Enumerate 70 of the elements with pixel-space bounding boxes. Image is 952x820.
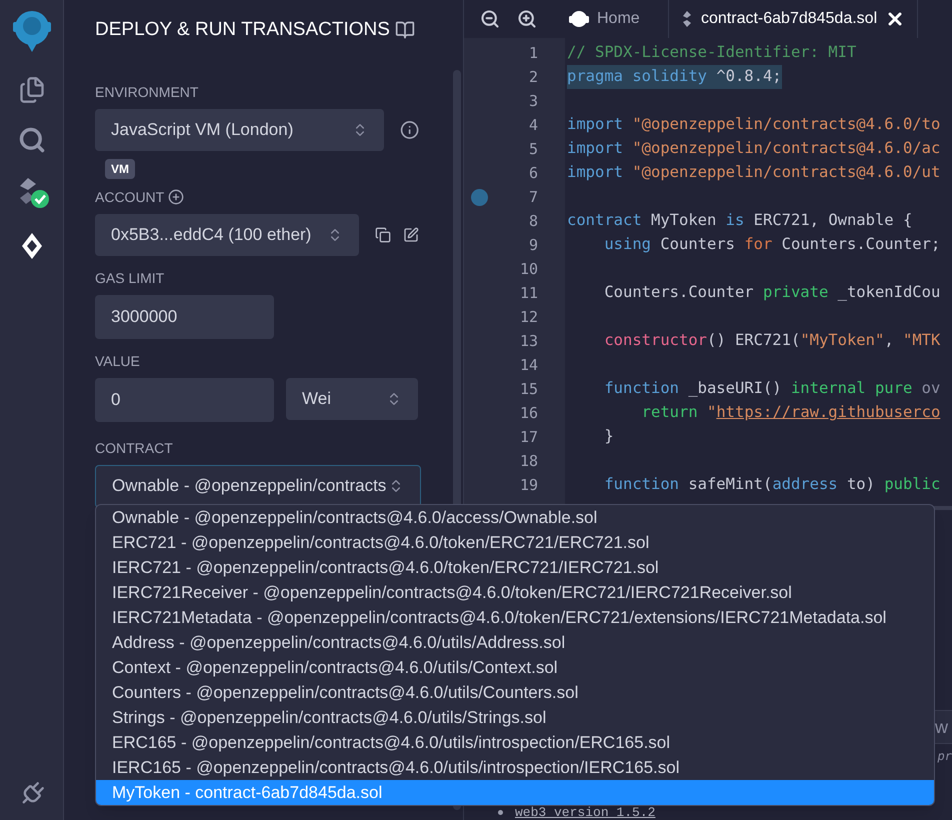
- terminal-text: pr: [938, 748, 952, 765]
- dropdown-option[interactable]: ERC165 - @openzeppelin/contracts@4.6.0/utils/introspection/ERC165.sol: [96, 730, 934, 755]
- book-icon[interactable]: [395, 20, 415, 40]
- code-line: import "@openzeppelin/contracts@4.6.0/ac: [567, 138, 940, 160]
- field-label: ENVIRONMENT: [95, 82, 200, 102]
- dropdown-option[interactable]: Ownable - @openzeppelin/contracts@4.6.0/access/Ownable.sol: [96, 505, 934, 530]
- info-icon[interactable]: [400, 120, 419, 140]
- vm-badge: VM: [105, 158, 135, 178]
- dropdown-option[interactable]: IERC721Receiver - @openzeppelin/contracts@4.6.0/token/ERC721/IERC721Receiver.sol: [96, 580, 934, 605]
- code-line: using Counters for Counters.Counter;: [603, 234, 940, 256]
- code-line: import "@openzeppelin/contracts@4.6.0/ut: [567, 162, 940, 184]
- line-number: 11: [520, 282, 538, 304]
- line-number: 18: [520, 450, 538, 472]
- line-number: 5: [528, 138, 538, 160]
- line-number: 1: [528, 42, 538, 64]
- dropdown-option[interactable]: IERC165 - @openzeppelin/contracts@4.6.0/utils/introspection/IERC165.sol: [96, 755, 934, 780]
- line-number: 12: [520, 306, 538, 328]
- environment-select[interactable]: JavaScript VM (London): [95, 108, 384, 150]
- code-line: }: [603, 426, 614, 448]
- field-label: VALUE: [95, 352, 141, 370]
- line-number: 9: [528, 234, 538, 256]
- gas-limit-field[interactable]: 3000000: [95, 294, 274, 338]
- file-type-icon: [681, 10, 693, 28]
- code-line: import "@openzeppelin/contracts@4.6.0/to: [567, 114, 940, 136]
- copy-icon[interactable]: [375, 226, 391, 242]
- line-number: 13: [520, 330, 538, 352]
- code-line: constructor() ERC721("MyToken", "MTK: [603, 330, 940, 352]
- headset-icon: [569, 10, 589, 28]
- code-line: contract MyToken is ERC721, Ownable {: [567, 210, 912, 232]
- terminal-tab-label: w: [935, 716, 948, 738]
- line-number: 10: [520, 258, 538, 280]
- line-number: 16: [520, 402, 538, 424]
- add-account-icon[interactable]: [168, 189, 184, 205]
- line-number: 8: [528, 210, 538, 232]
- line-number: 14: [520, 354, 538, 376]
- line-number: 15: [520, 378, 538, 400]
- dropdown-option[interactable]: IERC721 - @openzeppelin/contracts@4.6.0/token/ERC721/IERC721.sol: [96, 555, 934, 580]
- field-label: GAS LIMIT: [95, 268, 166, 288]
- contract-select[interactable]: Ownable - @openzeppelin/contracts: [95, 464, 421, 508]
- line-number: 2: [528, 66, 538, 88]
- dropdown-option[interactable]: ERC721 - @openzeppelin/contracts@4.6.0/token/ERC721/ERC721.sol: [96, 530, 934, 555]
- code-line: function safeMint(address to) public: [603, 474, 940, 496]
- dropdown-option[interactable]: Address - @openzeppelin/contracts@4.6.0/utils/Address.sol: [96, 630, 934, 655]
- zoom-out-icon[interactable]: [480, 9, 500, 29]
- panel-title: DEPLOY & RUN TRANSACTIONS: [95, 18, 390, 42]
- zoom-in-icon[interactable]: [517, 9, 537, 29]
- line-number: 7: [528, 186, 538, 208]
- dropdown-option[interactable]: Context - @openzeppelin/contracts@4.6.0/utils/Context.sol: [96, 655, 934, 680]
- line-number: 6: [528, 162, 538, 184]
- field-label: CONTRACT: [95, 438, 174, 458]
- line-number: 3: [528, 90, 538, 112]
- value-field[interactable]: 0: [95, 378, 274, 422]
- field-label: ACCOUNT: [95, 188, 164, 206]
- line-number: 19: [520, 474, 538, 496]
- line-number: 4: [528, 114, 538, 136]
- code-line: function _baseURI() internal pure ov: [603, 378, 940, 400]
- terminal-link[interactable]: web3 version 1.5.2: [515, 805, 656, 820]
- files-icon[interactable]: [18, 76, 46, 104]
- code-line: return "https://raw.githubuserco: [640, 402, 940, 424]
- bullet-icon: [498, 810, 503, 815]
- search-icon[interactable]: [18, 126, 46, 154]
- code-line: Counters.Counter private _tokenIdCou: [603, 282, 940, 304]
- code-line: // SPDX-License-Identifier: MIT: [567, 42, 856, 64]
- account-select[interactable]: 0x5B3...eddC4 (100 ether): [95, 214, 359, 256]
- line-number: 17: [520, 426, 538, 448]
- edit-icon[interactable]: [403, 226, 419, 242]
- dropdown-option[interactable]: Counters - @openzeppelin/contracts@4.6.0/utils/Counters.sol: [96, 680, 934, 705]
- dropdown-option[interactable]: Strings - @openzeppelin/contracts@4.6.0/utils/Strings.sol: [96, 705, 934, 730]
- dropdown-option[interactable]: IERC721Metadata - @openzeppelin/contracts@4.6.0/token/ERC721/extensions/IERC721Metadata.sol: [96, 605, 934, 630]
- unit-select[interactable]: Wei: [286, 378, 418, 420]
